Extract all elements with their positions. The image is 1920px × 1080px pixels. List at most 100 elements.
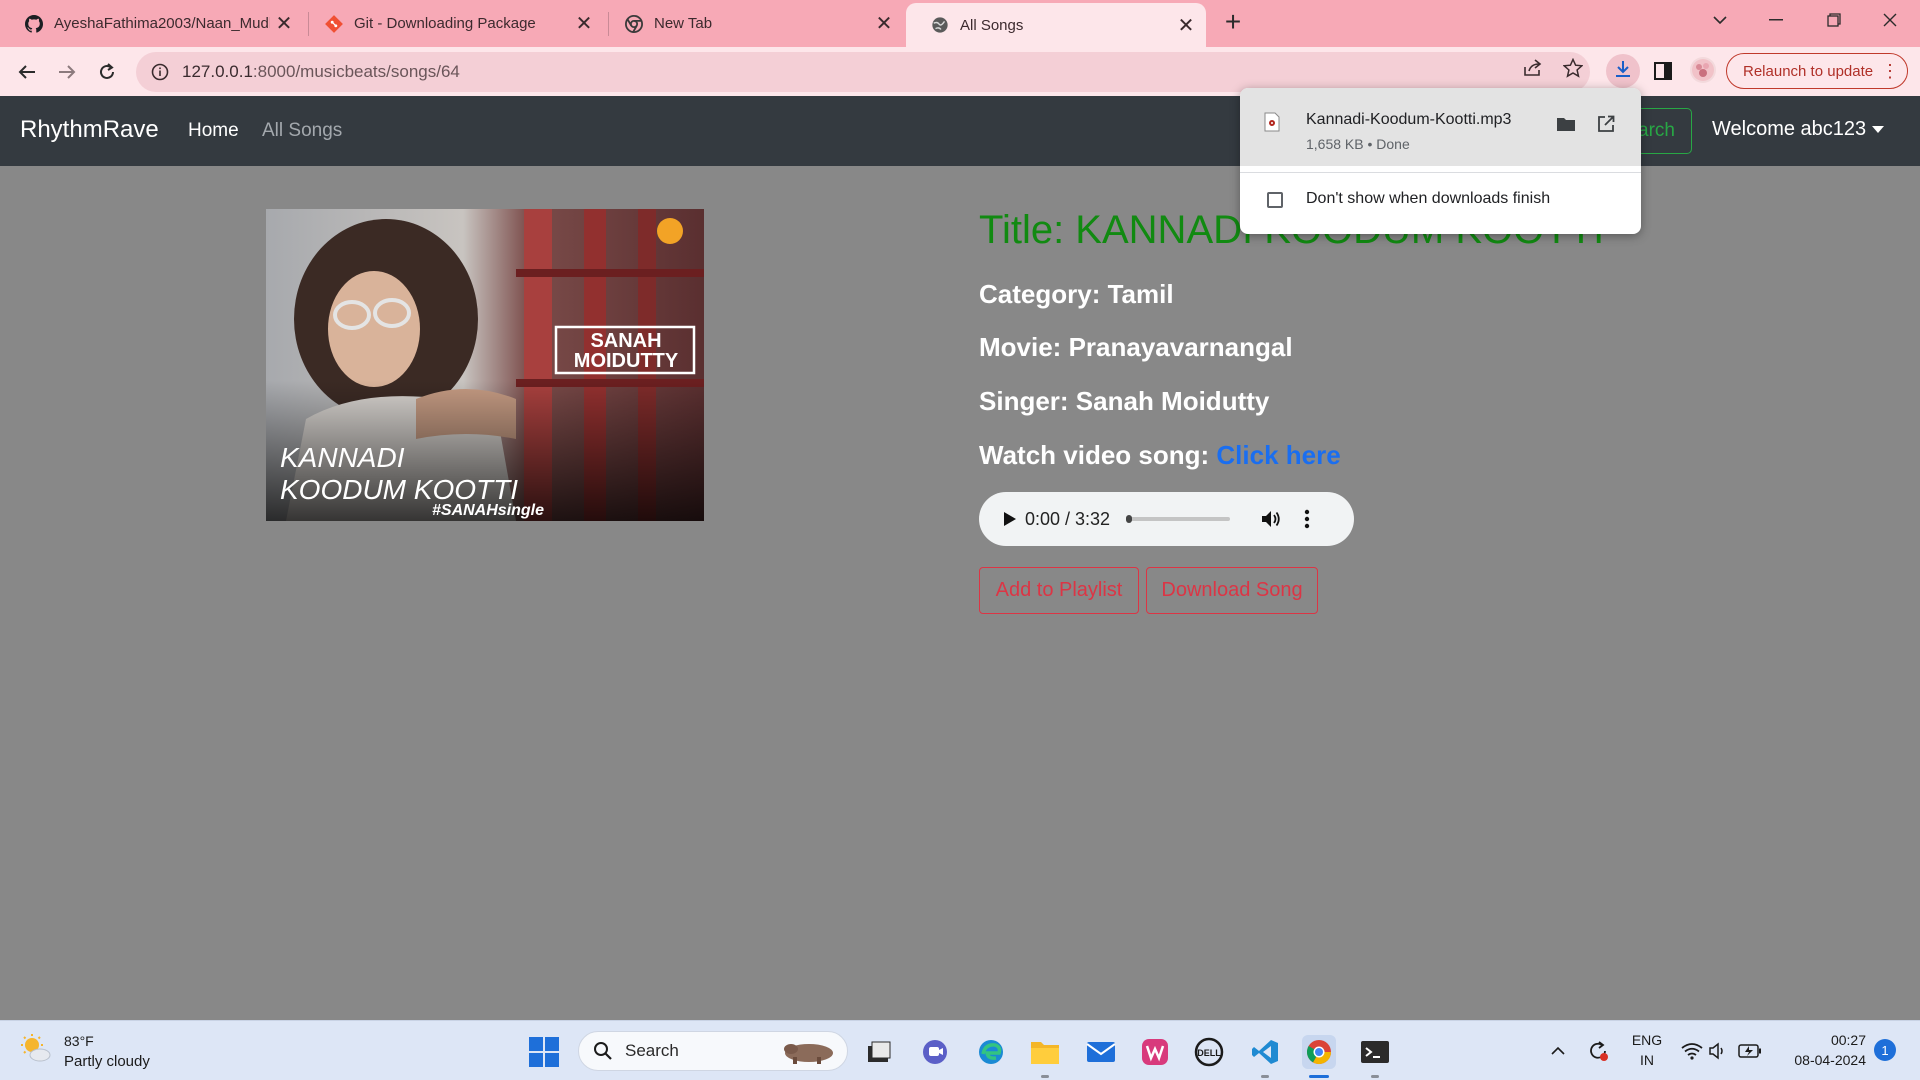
singer-label: Singer: (979, 386, 1076, 416)
downloads-bubble: Kannadi-Koodum-Kootti.mp3 1,658 KB • Don… (1240, 88, 1641, 234)
download-item[interactable]: Kannadi-Koodum-Kootti.mp3 1,658 KB • Don… (1240, 88, 1641, 166)
more-vert-icon: ⋮ (1881, 60, 1899, 81)
git-icon (324, 14, 344, 34)
close-icon[interactable]: ✕ (570, 11, 598, 36)
running-indicator (1261, 1075, 1269, 1078)
chrome-taskbar-icon[interactable] (1302, 1035, 1336, 1078)
dell-icon[interactable]: DELL (1192, 1035, 1226, 1069)
windows-start-icon[interactable] (529, 1037, 559, 1067)
minimize-icon[interactable] (1748, 0, 1804, 40)
relaunch-to-update-button[interactable]: Relaunch to update ⋮ (1726, 53, 1908, 89)
video-link[interactable]: Click here (1216, 440, 1340, 470)
cover-title-line-2: KOODUM KOOTTI (280, 474, 518, 505)
dont-show-label: Don't show when downloads finish (1306, 190, 1551, 207)
tab-github[interactable]: AyeshaFathima2003/Naan_Mudh ✕ (0, 0, 304, 47)
site-brand[interactable]: RhythmRave (20, 116, 159, 144)
close-icon[interactable]: ✕ (1172, 13, 1200, 38)
language-line-2[interactable]: IN (1630, 1052, 1664, 1068)
file-manager-icon[interactable] (862, 1035, 896, 1069)
close-icon[interactable]: ✕ (870, 11, 898, 36)
category-value: Tamil (1107, 279, 1174, 309)
tab-git[interactable]: Git - Downloading Package ✕ (300, 0, 604, 47)
video-label: Watch video song: (979, 440, 1217, 470)
window-close-icon[interactable] (1862, 0, 1918, 40)
seek-bar[interactable] (1126, 515, 1231, 523)
edge-icon[interactable] (974, 1035, 1008, 1069)
wps-icon[interactable] (1138, 1035, 1172, 1069)
tab-search-chevron-icon[interactable] (1692, 0, 1748, 40)
download-icon (1613, 59, 1633, 84)
seek-handle[interactable] (1126, 515, 1133, 523)
show-in-folder-icon[interactable] (1554, 112, 1578, 136)
user-menu-dropdown[interactable]: Welcome abc123 (1712, 118, 1885, 141)
reload-icon[interactable] (90, 55, 124, 89)
cover-tag: #SANAHsingle (432, 502, 544, 519)
audio-player[interactable]: 0:00 / 3:32 (979, 492, 1354, 546)
welcome-label: Welcome abc123 (1712, 118, 1867, 140)
notification-badge[interactable]: 1 (1874, 1039, 1896, 1061)
caret-down-icon (1872, 126, 1885, 133)
globe-icon (930, 15, 950, 35)
speaker-icon[interactable] (1706, 1039, 1730, 1063)
cover-artist-line-2: MOIDUTTY (574, 350, 679, 372)
side-panel-icon[interactable] (1652, 60, 1674, 82)
wifi-icon[interactable] (1680, 1039, 1704, 1063)
play-icon[interactable] (1003, 511, 1017, 527)
vscode-icon[interactable] (1248, 1035, 1282, 1078)
profile-avatar[interactable] (1690, 57, 1716, 83)
browser-tab-strip: AyeshaFathima2003/Naan_Mudh ✕ Git - Down… (0, 0, 1920, 47)
open-external-icon[interactable] (1594, 112, 1618, 136)
downloads-button[interactable] (1606, 54, 1640, 88)
new-tab-button[interactable]: + (1216, 6, 1250, 40)
player-more-icon[interactable] (1304, 509, 1310, 529)
windows-taskbar: 83°F Partly cloudy Search DELL ENG IN 00… (0, 1020, 1920, 1080)
running-indicator (1041, 1075, 1049, 1078)
close-icon[interactable]: ✕ (270, 11, 298, 36)
chevron-up-icon[interactable] (1546, 1039, 1570, 1063)
nav-all-songs[interactable]: All Songs (262, 120, 342, 142)
song-category: Category: Tamil (979, 279, 1174, 310)
sync-alert-icon[interactable] (1586, 1039, 1610, 1063)
audio-file-icon (1264, 112, 1280, 132)
download-song-button[interactable]: Download Song (1146, 567, 1318, 614)
clock-time[interactable]: 00:27 (1774, 1032, 1866, 1048)
tab-label: Git - Downloading Package (354, 15, 536, 32)
clock-date[interactable]: 08-04-2024 (1774, 1052, 1866, 1068)
dont-show-checkbox[interactable] (1267, 192, 1283, 208)
bookmark-star-icon[interactable] (1562, 57, 1584, 79)
tab-new-tab[interactable]: New Tab ✕ (600, 0, 904, 47)
back-arrow-icon[interactable] (10, 55, 44, 89)
share-icon[interactable] (1522, 57, 1544, 79)
song-video: Watch video song: Click here (979, 440, 1341, 471)
player-time: 0:00 / 3:32 (1025, 508, 1111, 529)
url-text: 127.0.0.1:8000/musicbeats/songs/64 (182, 62, 460, 82)
search-icon (593, 1041, 613, 1061)
nav-home[interactable]: Home (188, 120, 239, 142)
forward-arrow-icon[interactable] (50, 55, 84, 89)
battery-icon[interactable] (1738, 1039, 1762, 1063)
svg-text:DELL: DELL (1197, 1048, 1221, 1058)
relaunch-label: Relaunch to update (1743, 62, 1874, 80)
partly-cloudy-icon[interactable] (20, 1033, 52, 1065)
restore-icon[interactable] (1806, 0, 1862, 40)
volume-icon[interactable] (1260, 509, 1282, 529)
address-bar[interactable]: 127.0.0.1:8000/musicbeats/songs/64 (136, 52, 1590, 92)
weather-temperature: 83°F (64, 1033, 94, 1049)
terminal-icon[interactable] (1358, 1035, 1392, 1078)
search-button-label: arch (1638, 120, 1675, 141)
taskbar-search[interactable]: Search (578, 1031, 848, 1071)
singer-value: Sanah Moidutty (1075, 386, 1270, 416)
add-to-playlist-button[interactable]: Add to Playlist (979, 567, 1139, 614)
language-line-1[interactable]: ENG (1630, 1032, 1664, 1048)
mail-icon[interactable] (1084, 1035, 1118, 1069)
file-explorer-icon[interactable] (1028, 1035, 1062, 1078)
song-movie: Movie: Pranayavarnangal (979, 332, 1293, 363)
teams-icon[interactable] (918, 1035, 952, 1069)
download-file-name: Kannadi-Koodum-Kootti.mp3 (1306, 111, 1512, 128)
site-info-icon[interactable] (150, 62, 170, 82)
tab-all-songs[interactable]: All Songs ✕ (906, 3, 1206, 47)
tab-label: AyeshaFathima2003/Naan_Mudh (54, 15, 270, 32)
active-indicator (1309, 1075, 1329, 1078)
song-singer: Singer: Sanah Moidutty (979, 386, 1269, 417)
search-highlight-icon (781, 1037, 837, 1065)
